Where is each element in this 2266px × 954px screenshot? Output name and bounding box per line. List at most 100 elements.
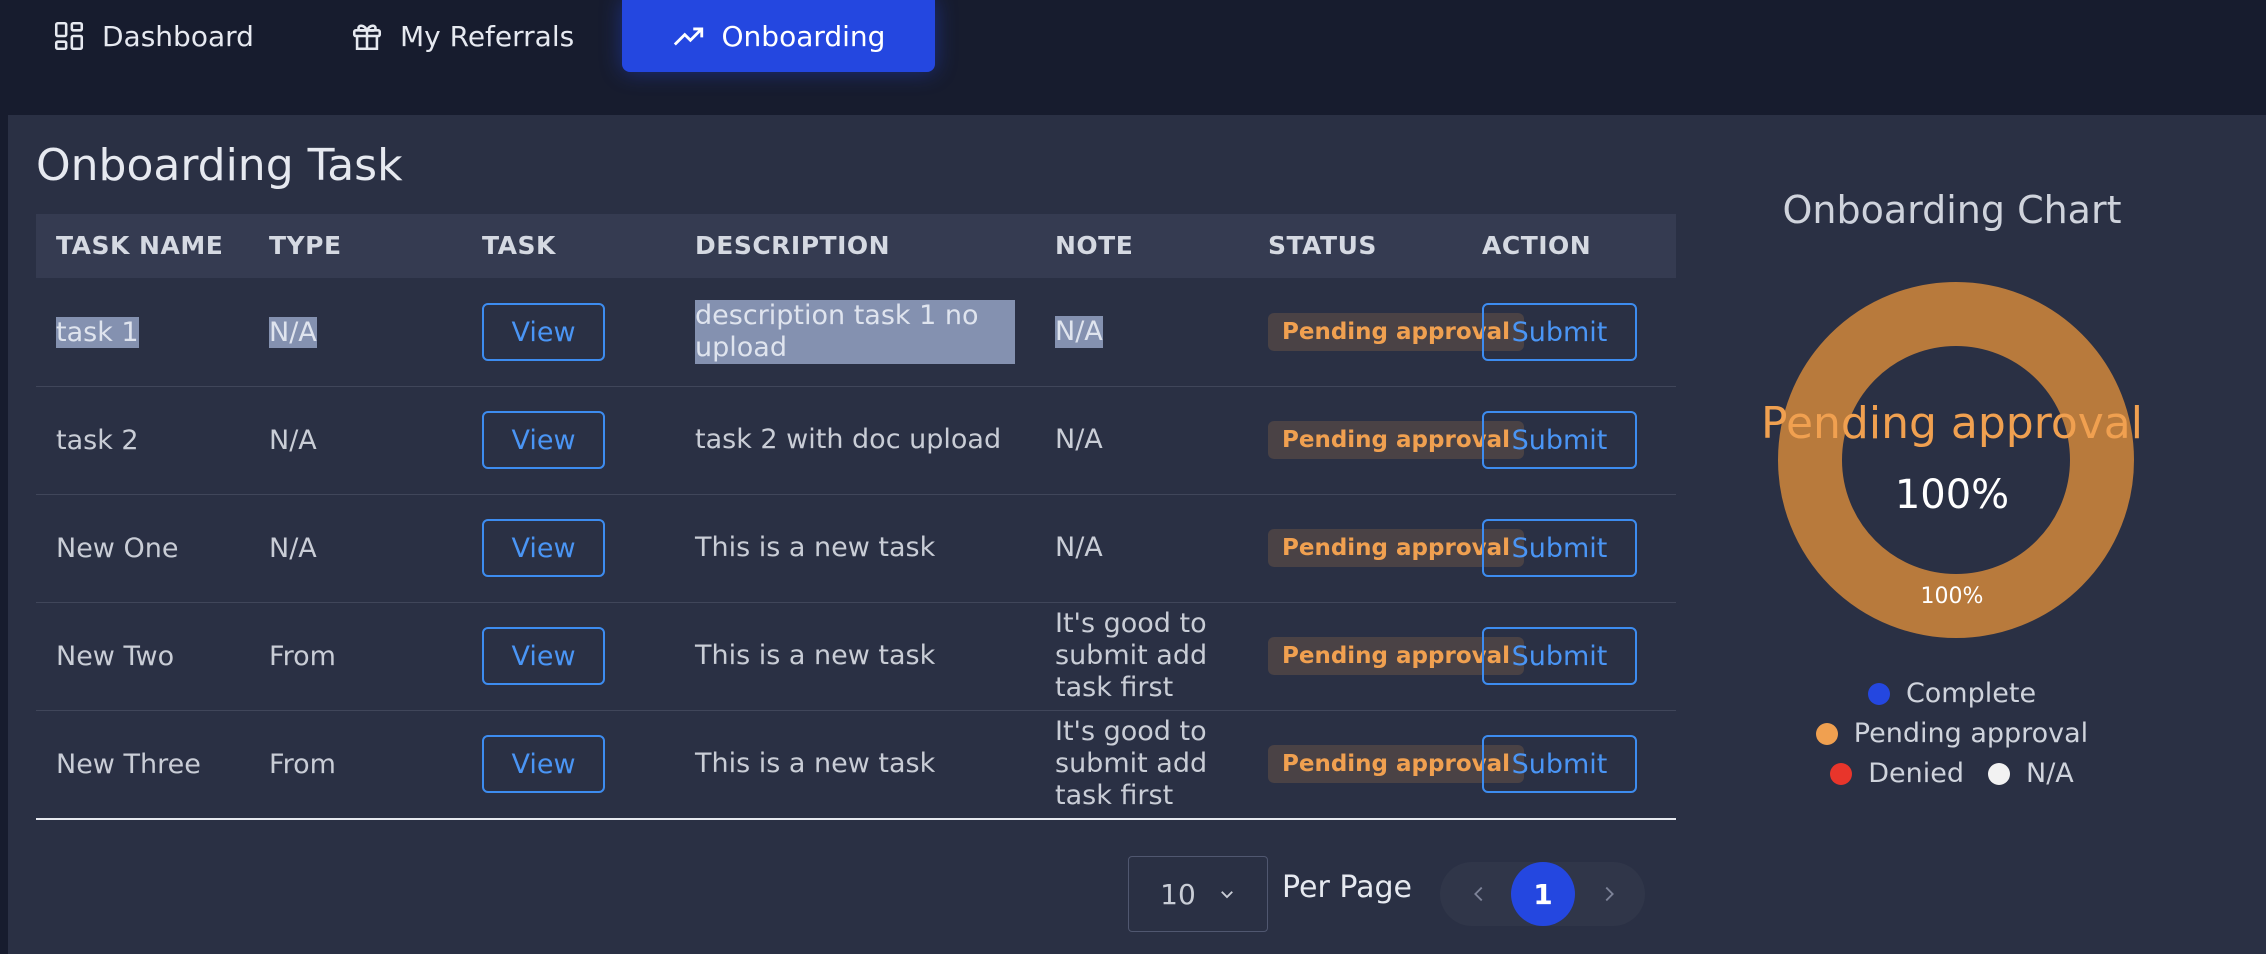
- header-action: ACTION: [1482, 231, 1592, 260]
- cell-description: This is a new task: [695, 748, 936, 779]
- tab-onboarding[interactable]: Onboarding: [622, 0, 935, 72]
- per-page-value: 10: [1160, 877, 1196, 911]
- chart-legend-row: Complete: [1700, 678, 2204, 709]
- table-row: task 1 N/A View description task 1 no up…: [36, 278, 1676, 387]
- donut-center-value: 100%: [1894, 472, 2010, 518]
- cell-note: It's good to submit add task first: [1055, 608, 1208, 703]
- cell-status: Pending approval: [1268, 494, 1525, 602]
- legend-label: Denied: [1868, 758, 1964, 789]
- cell-note: N/A: [1055, 532, 1103, 563]
- submit-button[interactable]: Submit: [1482, 411, 1637, 469]
- cell-action: Submit: [1482, 386, 1682, 494]
- cell-task-name: task 2: [56, 424, 139, 456]
- submit-button[interactable]: Submit: [1482, 519, 1637, 577]
- cell-type: N/A: [269, 424, 317, 456]
- cell-type: N/A: [269, 278, 469, 386]
- view-button[interactable]: View: [482, 303, 605, 361]
- cell-status: Pending approval: [1268, 602, 1525, 710]
- page-title: Onboarding Task: [36, 140, 403, 191]
- donut-center-label: Pending approval: [1761, 398, 2143, 449]
- dashboard-grid-icon: [54, 21, 84, 51]
- cell-task-name: New Three: [56, 748, 201, 780]
- cell-action: Submit: [1482, 710, 1682, 818]
- cell-description: This is a new task: [695, 640, 936, 671]
- donut-slice-label: 100%: [1920, 584, 1984, 609]
- submit-button[interactable]: Submit: [1482, 303, 1637, 361]
- cell-description: task 2 with doc upload: [695, 424, 1002, 455]
- per-page-label: Per Page: [1282, 870, 1412, 905]
- cell-status: Pending approval: [1268, 278, 1525, 386]
- header-task-name: TASK NAME: [56, 231, 224, 260]
- donut-slice-pending-approval[interactable]: [1778, 282, 2134, 638]
- legend-item-complete[interactable]: Complete: [1867, 678, 2037, 709]
- cell-status: Pending approval: [1268, 386, 1525, 494]
- cell-action: Submit: [1482, 494, 1682, 602]
- cell-action: Submit: [1482, 602, 1682, 710]
- task-name-text: task 1: [56, 316, 139, 348]
- cell-type: N/A: [269, 532, 317, 564]
- header-status: STATUS: [1268, 231, 1377, 260]
- header-task: TASK: [482, 231, 556, 260]
- view-button[interactable]: View: [482, 735, 605, 793]
- tab-dashboard-label: Dashboard: [102, 19, 254, 53]
- table-row: New One N/A View This is a new task N/A …: [36, 494, 1676, 603]
- cell-description: This is a new task: [695, 532, 936, 563]
- cell-type: From: [269, 640, 336, 672]
- cell-task-name: New One: [56, 532, 179, 564]
- cell-task-name: New Two: [56, 640, 175, 672]
- submit-button[interactable]: Submit: [1482, 627, 1637, 685]
- cell-task-name: task 1: [56, 278, 256, 386]
- legend-dot: [1815, 722, 1838, 745]
- cell-note: It's good to submit add task first: [1055, 716, 1208, 811]
- chart-legend-row: Denied N/A: [1700, 758, 2204, 789]
- view-button[interactable]: View: [482, 411, 605, 469]
- legend-label: Complete: [1905, 678, 2037, 709]
- legend-item-denied[interactable]: Denied: [1830, 758, 1964, 789]
- cell-note: N/A: [1055, 424, 1103, 455]
- header-note: NOTE: [1055, 231, 1134, 260]
- header-type: TYPE: [269, 231, 342, 260]
- legend-dot: [1830, 762, 1853, 785]
- cell-task: View: [482, 386, 682, 494]
- cell-task: View: [482, 278, 682, 386]
- type-text: N/A: [269, 316, 317, 348]
- cell-type: From: [269, 748, 336, 780]
- note-text: N/A: [1055, 316, 1103, 348]
- cell-task: View: [482, 602, 682, 710]
- table-row: task 2 N/A View task 2 with doc upload N…: [36, 386, 1676, 495]
- tab-my-referrals[interactable]: My Referrals: [350, 0, 574, 72]
- per-page-select[interactable]: 10: [1128, 856, 1268, 932]
- table-row: New Three From View This is a new task I…: [36, 710, 1676, 820]
- chevron-right-icon[interactable]: [1598, 882, 1620, 906]
- legend-label: Pending approval: [1853, 718, 2089, 749]
- pagination: 1: [1440, 862, 1645, 926]
- table-header: TASK NAME TYPE TASK DESCRIPTION NOTE STA…: [36, 214, 1676, 278]
- trending-up-icon: [673, 27, 703, 46]
- top-nav: Dashboard My Referrals Onboarding: [0, 0, 2266, 115]
- view-button[interactable]: View: [482, 627, 605, 685]
- tab-my-referrals-label: My Referrals: [400, 19, 575, 53]
- gift-icon: [352, 24, 382, 51]
- legend-dot: [1988, 762, 2010, 785]
- cell-note: N/A: [1055, 278, 1235, 386]
- cell-description: description task 1 no upload: [695, 278, 1015, 386]
- chart-title: Onboarding Chart: [1782, 188, 2122, 232]
- cell-action: Submit: [1482, 278, 1682, 386]
- chevron-down-icon: [1220, 891, 1233, 899]
- view-button[interactable]: View: [482, 519, 605, 577]
- chevron-left-icon[interactable]: [1468, 882, 1490, 906]
- submit-button[interactable]: Submit: [1482, 735, 1637, 793]
- legend-item-na[interactable]: N/A: [1988, 758, 2074, 789]
- cell-status: Pending approval: [1268, 710, 1525, 818]
- legend-label: N/A: [2026, 758, 2074, 789]
- tab-dashboard[interactable]: Dashboard: [52, 0, 254, 72]
- description-text: description task 1 no upload: [695, 300, 1015, 364]
- legend-item-pending-approval[interactable]: Pending approval: [1815, 718, 2089, 749]
- cell-task: View: [482, 710, 682, 818]
- page-button-current[interactable]: 1: [1511, 862, 1575, 926]
- legend-dot: [1867, 682, 1890, 705]
- chart-legend-row: Pending approval: [1700, 718, 2204, 749]
- cell-task: View: [482, 494, 682, 602]
- tab-onboarding-label: Onboarding: [721, 19, 886, 53]
- table-row: New Two From View This is a new task It'…: [36, 602, 1676, 711]
